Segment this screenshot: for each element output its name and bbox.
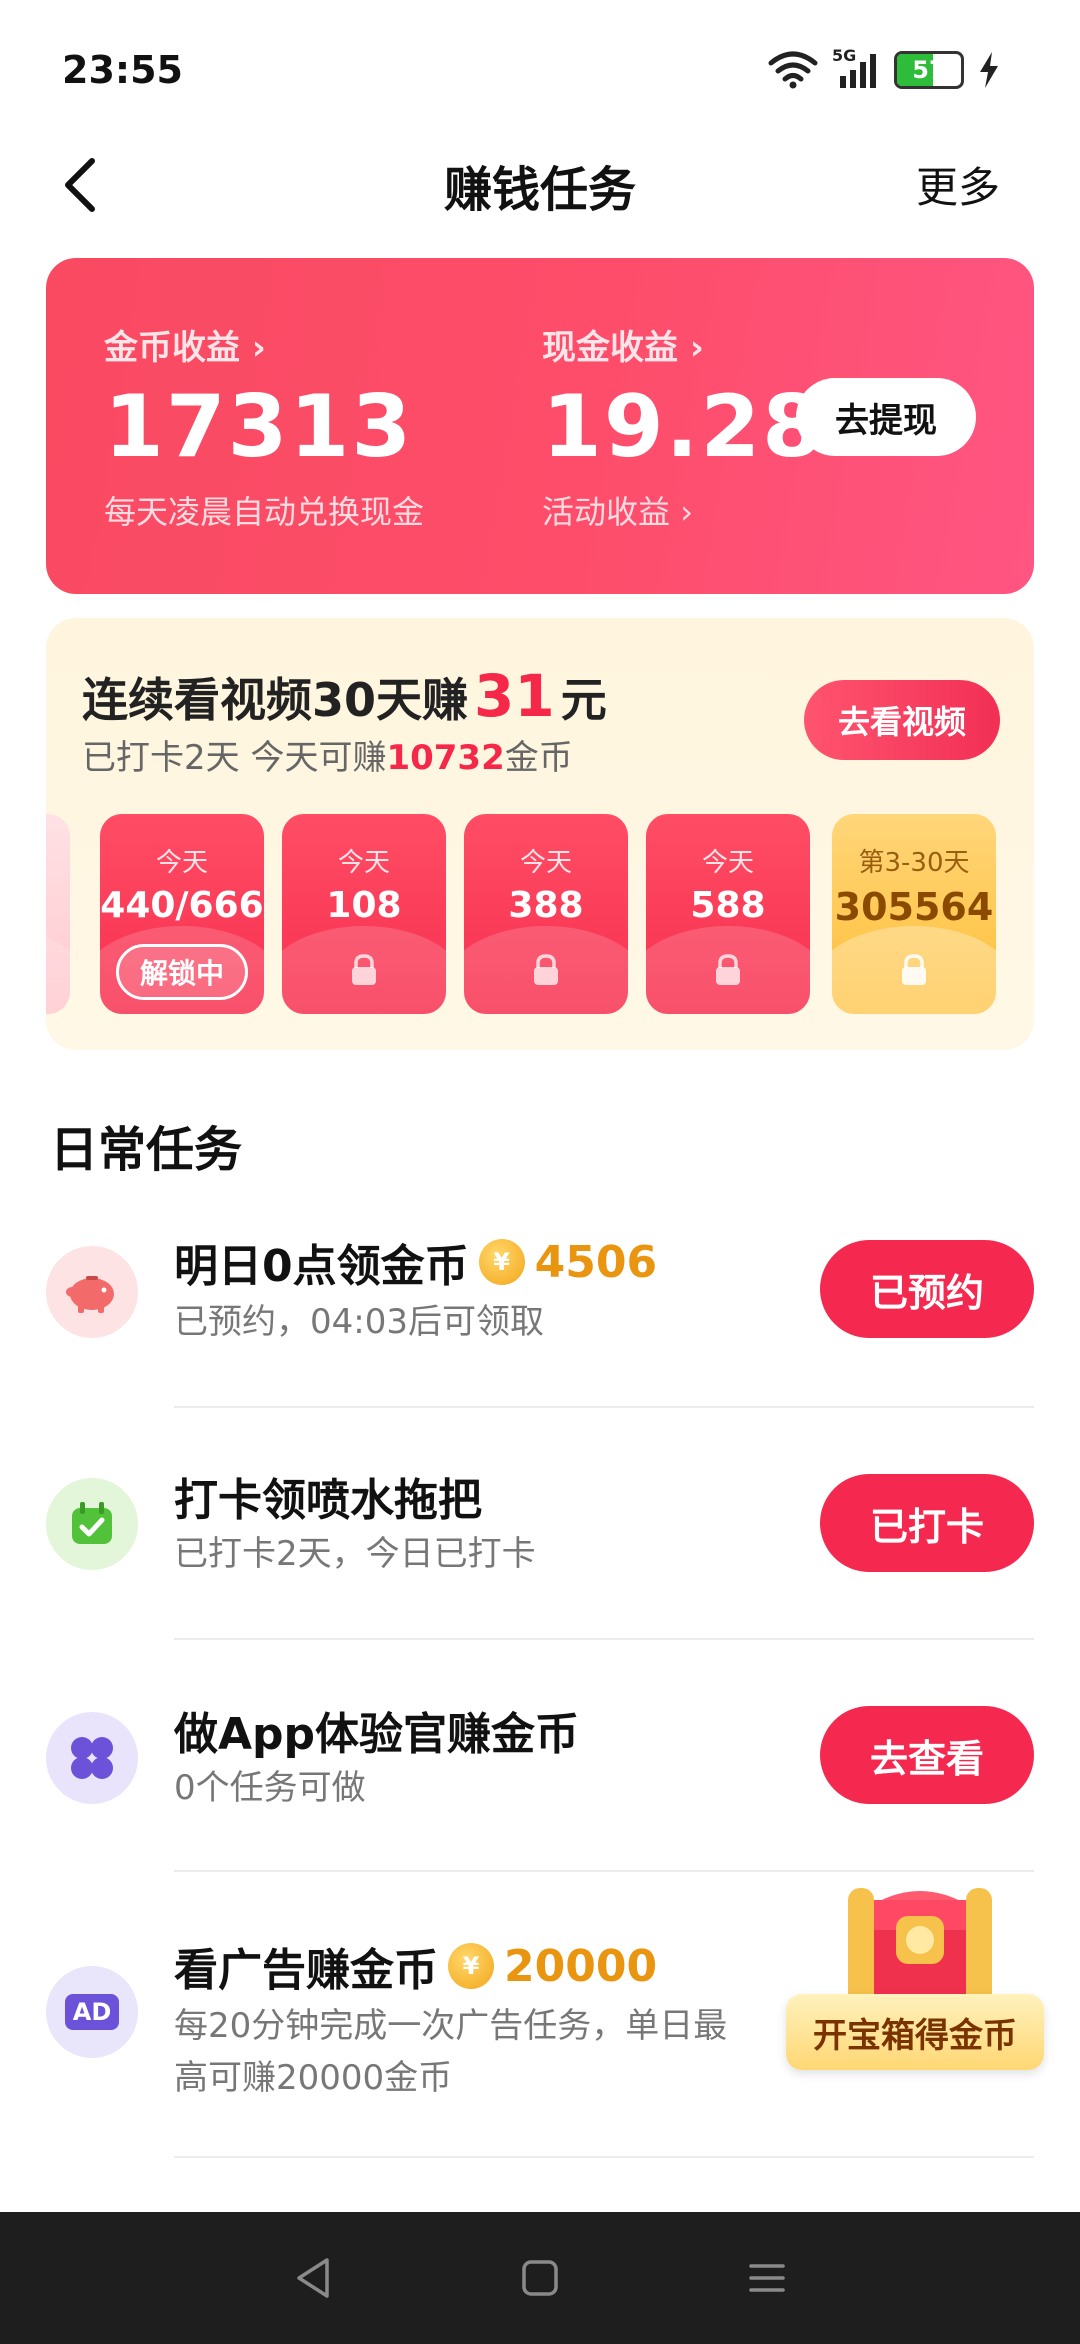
watch-video-button[interactable]: 去看视频 bbox=[804, 680, 1000, 760]
day-card-1[interactable]: 今天 440/666 解锁中 bbox=[100, 814, 264, 1014]
unlocking-badge: 解锁中 bbox=[116, 944, 248, 1000]
streak-subtitle: 已打卡2天 今天可赚10732金币 bbox=[82, 730, 573, 779]
task-description: 已打卡2天，今日已打卡 bbox=[174, 1534, 536, 1574]
day-value: 305564 bbox=[834, 885, 994, 929]
day-label: 今天 bbox=[519, 848, 572, 878]
earnings-card: 金币收益 › 17313 每天凌晨自动兑换现金 现金收益 › 19.28 活动收… bbox=[46, 258, 1034, 594]
streak-sub-amount: 10732 bbox=[386, 738, 505, 778]
day-card-4[interactable]: 今天 588 bbox=[646, 814, 810, 1014]
header: 赚钱任务 更多 bbox=[0, 140, 1080, 235]
reserved-button[interactable]: 已预约 bbox=[820, 1240, 1034, 1338]
day-card-2[interactable]: 今天 108 bbox=[282, 814, 446, 1014]
task-item: 明日0点领金币 ¥ 4506 已预约，04:03后可领取 已预约 bbox=[0, 1196, 1080, 1428]
treasure-chest-icon bbox=[848, 1888, 992, 2008]
divider bbox=[174, 2156, 1034, 2158]
day-label: 今天 bbox=[701, 848, 754, 878]
task-description-line-1: 每20分钟完成一次广告任务，单日最 bbox=[174, 2006, 728, 2046]
checked-in-button[interactable]: 已打卡 bbox=[820, 1474, 1034, 1572]
coin-earnings[interactable]: 金币收益 › 17313 每天凌晨自动兑换现金 bbox=[104, 320, 424, 533]
day-value: 440/666 bbox=[100, 885, 264, 926]
task-description: 已预约，04:03后可领取 bbox=[174, 1302, 544, 1342]
day-label: 今天 bbox=[155, 848, 208, 878]
cash-earnings[interactable]: 现金收益 › 19.28 活动收益 › bbox=[542, 320, 824, 533]
activity-earnings-link[interactable]: 活动收益 › bbox=[542, 487, 824, 533]
streak-sub-prefix: 已打卡2天 今天可赚 bbox=[82, 738, 387, 778]
day-label: 第3-30天 bbox=[858, 848, 970, 878]
calendar-check-icon bbox=[46, 1478, 138, 1570]
day-card-3[interactable]: 今天 388 bbox=[464, 814, 628, 1014]
task-item: 打卡领喷水拖把 已打卡2天，今日已打卡 已打卡 bbox=[0, 1430, 1080, 1662]
nav-back-button[interactable] bbox=[283, 2248, 343, 2308]
coin-icon: ¥ bbox=[448, 1943, 494, 1989]
divider bbox=[174, 1406, 1034, 1408]
cash-earnings-value: 19.28 bbox=[542, 377, 825, 477]
task-description: 0个任务可做 bbox=[174, 1768, 366, 1808]
lock-icon bbox=[534, 954, 558, 985]
battery-level: 57 bbox=[912, 56, 946, 84]
task-title: 明日0点领金币 bbox=[174, 1241, 469, 1292]
lock-icon bbox=[352, 954, 376, 985]
task-title: 看广告赚金币 bbox=[174, 1945, 438, 1996]
lock-icon bbox=[902, 954, 926, 985]
cash-earnings-label: 现金收益 bbox=[542, 328, 678, 368]
streak-card: 连续看视频30天赚 31 元 已打卡2天 今天可赚10732金币 去看视频 今天 4… bbox=[46, 618, 1034, 1050]
task-description-line-2: 高可赚20000金币 bbox=[174, 2058, 453, 2098]
streak-title-suffix: 元 bbox=[560, 673, 607, 727]
triangle-back-icon bbox=[297, 2258, 330, 2298]
cell-signal-icon: 5G bbox=[832, 46, 880, 90]
day-label: 今天 bbox=[337, 848, 390, 878]
status-bar: 23:55 5G 57 bbox=[0, 0, 1080, 140]
piggy-bank-icon bbox=[46, 1246, 138, 1338]
coin-earnings-label: 金币收益 bbox=[104, 328, 240, 368]
task-title: 打卡领喷水拖把 bbox=[174, 1475, 482, 1526]
streak-title-amount: 31 bbox=[474, 662, 555, 730]
day-value: 108 bbox=[326, 885, 402, 926]
day-card-5[interactable]: 第3-30天 305564 bbox=[832, 814, 996, 1014]
four-leaf-icon bbox=[46, 1712, 138, 1804]
battery-icon: 57 bbox=[894, 51, 964, 89]
system-nav-bar bbox=[0, 2212, 1080, 2344]
coin-earnings-note: 每天凌晨自动兑换现金 bbox=[104, 493, 425, 531]
ad-icon: AD bbox=[46, 1966, 138, 2058]
coin-icon: ¥ bbox=[478, 1239, 525, 1285]
nav-menu-button[interactable] bbox=[737, 2248, 797, 2308]
day-value: 588 bbox=[690, 885, 766, 926]
task-reward: 4506 bbox=[534, 1236, 658, 1288]
menu-icon bbox=[748, 2264, 785, 2292]
streak-title-prefix: 连续看视频30天赚 bbox=[82, 673, 469, 727]
coin-earnings-value: 17313 bbox=[104, 377, 414, 477]
nav-home-button[interactable] bbox=[510, 2248, 570, 2308]
task-reward: 20000 bbox=[504, 1940, 658, 1992]
streak-sub-suffix: 金币 bbox=[504, 738, 573, 778]
status-time: 23:55 bbox=[62, 48, 183, 92]
chevron-right-icon: › bbox=[251, 328, 266, 368]
charging-icon bbox=[980, 52, 998, 88]
section-title-daily: 日常任务 bbox=[50, 1122, 243, 1178]
ad-icon-label: AD bbox=[64, 1994, 120, 2030]
lock-icon bbox=[716, 954, 740, 985]
chevron-right-icon: › bbox=[689, 328, 704, 368]
treasure-box-button[interactable]: 开宝箱得金币 bbox=[780, 1850, 1050, 2080]
view-button[interactable]: 去查看 bbox=[820, 1706, 1034, 1804]
task-title: 做App体验官赚金币 bbox=[174, 1709, 580, 1760]
streak-title: 连续看视频30天赚 31 元 bbox=[82, 662, 607, 730]
withdraw-button[interactable]: 去提现 bbox=[796, 378, 976, 456]
wifi-icon bbox=[768, 51, 818, 89]
activity-earnings-label: 活动收益 bbox=[542, 493, 671, 531]
day-value: 388 bbox=[508, 885, 584, 926]
more-button[interactable]: 更多 bbox=[916, 154, 1000, 215]
day-card-previous bbox=[46, 814, 70, 1014]
chevron-right-icon: › bbox=[680, 493, 693, 531]
treasure-box-label: 开宝箱得金币 bbox=[786, 1994, 1044, 2070]
day-strip[interactable]: 今天 440/666 解锁中 今天 108 今天 388 今天 588 第3-3… bbox=[46, 814, 1034, 1024]
page: 23:55 5G 57 赚钱任务 更多 金币收益 › 17313 每天凌晨自动兑… bbox=[0, 0, 1080, 2344]
status-icons: 5G 57 bbox=[768, 46, 1000, 90]
square-home-icon bbox=[522, 2260, 558, 2296]
divider bbox=[174, 1638, 1034, 1640]
